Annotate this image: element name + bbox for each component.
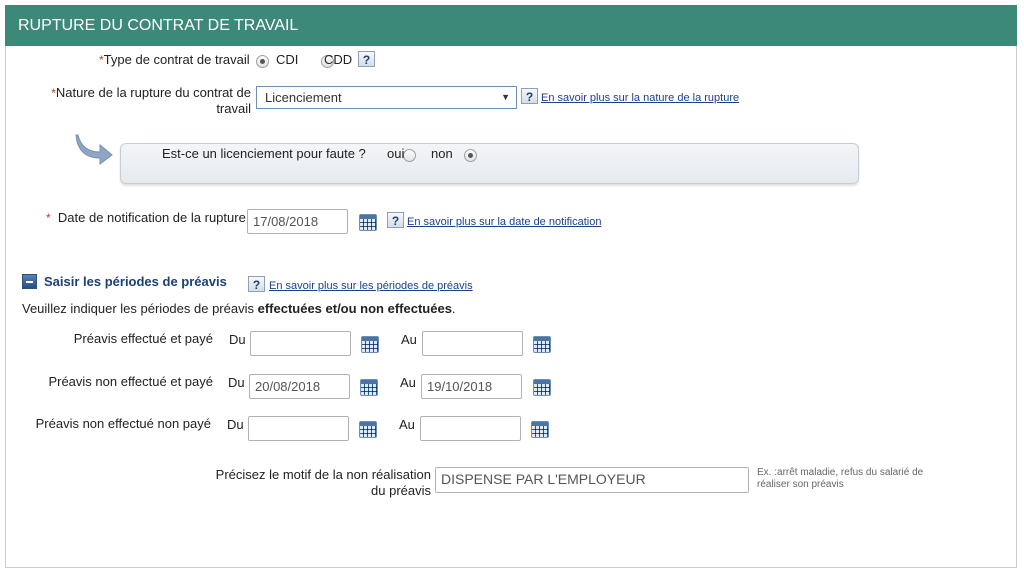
calendar-icon[interactable] [531, 421, 549, 438]
preavis-row-label: Préavis effectué et payé [73, 331, 213, 346]
preavis-row-label: Préavis non effectué et payé [48, 374, 213, 389]
motif-label-line1: Précisez le motif de la non réalisation [215, 467, 431, 482]
rupture-nature-help-icon[interactable]: ? [521, 88, 538, 104]
motif-hint: Ex. :arrêt maladie, refus du salarié de … [757, 467, 947, 491]
calendar-icon[interactable] [359, 214, 377, 231]
preavis-row-label: Préavis non effectué non payé [35, 416, 211, 431]
calendar-icon[interactable] [359, 421, 377, 438]
preavis-help-icon[interactable]: ? [248, 276, 265, 292]
faute-oui-label: oui [387, 146, 405, 161]
du-label: Du [229, 332, 246, 347]
preavis-du-input[interactable] [250, 331, 351, 356]
page-title: RUPTURE DU CONTRAT DE TRAVAIL [5, 5, 1017, 46]
contract-type-label-row: *Type de contrat de travail [99, 52, 250, 67]
au-label: Au [399, 417, 415, 432]
du-label: Du [227, 417, 244, 432]
notification-link[interactable]: En savoir plus sur la date de notificati… [407, 216, 601, 228]
motif-hint-line2: réaliser son préavis [757, 479, 844, 490]
contract-type-label: Type de contrat de travail [103, 52, 250, 67]
faute-question: Est-ce un licenciement pour faute ? [162, 146, 366, 161]
instruction-bold-text: effectuées et/ou non effectuées [257, 301, 452, 316]
preavis-du-input[interactable]: 20/08/2018 [249, 374, 350, 399]
rupture-nature-link[interactable]: En savoir plus sur la nature de la ruptu… [541, 92, 739, 104]
au-label: Au [401, 332, 417, 347]
preavis-section-title[interactable]: Saisir les périodes de préavis [44, 274, 227, 289]
motif-label: Précisez le motif de la non réalisation … [190, 467, 431, 499]
du-label: Du [228, 375, 245, 390]
notification-label-row: * Date de notification de la rupture [46, 210, 246, 225]
rupture-nature-select[interactable]: Licenciement ▼ [256, 86, 517, 109]
preavis-du-input[interactable] [248, 416, 349, 441]
calendar-icon[interactable] [533, 379, 551, 396]
contract-type-help-icon[interactable]: ? [358, 51, 375, 67]
faute-non-label: non [431, 146, 453, 161]
au-label: Au [400, 375, 416, 390]
rupture-nature-label: *Nature de la rupture du contrat de trav… [40, 85, 251, 116]
cdd-label: CDD [324, 52, 353, 67]
preavis-instruction: Veuillez indiquer les périodes de préavi… [22, 301, 456, 316]
instruction-suffix: . [451, 301, 456, 316]
notification-label: Date de notification de la rupture [57, 210, 246, 225]
notification-date-input[interactable]: 17/08/2018 [247, 209, 348, 234]
instruction-text: Veuillez indiquer les périodes de préavi… [22, 301, 258, 316]
notification-help-icon[interactable]: ? [387, 212, 404, 228]
chevron-down-icon: ▼ [501, 92, 510, 102]
cdi-label: CDI [276, 52, 299, 67]
arrow-icon [75, 134, 113, 165]
rupture-nature-label-line2: travail [216, 101, 251, 116]
preavis-link[interactable]: En savoir plus sur les périodes de préav… [269, 280, 473, 292]
motif-label-line2: du préavis [371, 483, 431, 498]
preavis-au-input[interactable]: 19/10/2018 [421, 374, 522, 399]
calendar-icon[interactable] [360, 379, 378, 396]
motif-input[interactable]: DISPENSE PAR L'EMPLOYEUR [435, 467, 749, 493]
calendar-icon[interactable] [361, 336, 379, 353]
collapse-icon[interactable] [22, 274, 37, 289]
preavis-au-input[interactable] [420, 416, 521, 441]
preavis-au-input[interactable] [422, 331, 523, 356]
required-mark: * [46, 211, 51, 225]
motif-hint-line1: Ex. :arrêt maladie, refus du salarié de [757, 467, 924, 478]
calendar-icon[interactable] [533, 336, 551, 353]
rupture-nature-label-line1: Nature de la rupture du contrat de [55, 85, 251, 100]
rupture-nature-selected: Licenciement [265, 90, 342, 105]
